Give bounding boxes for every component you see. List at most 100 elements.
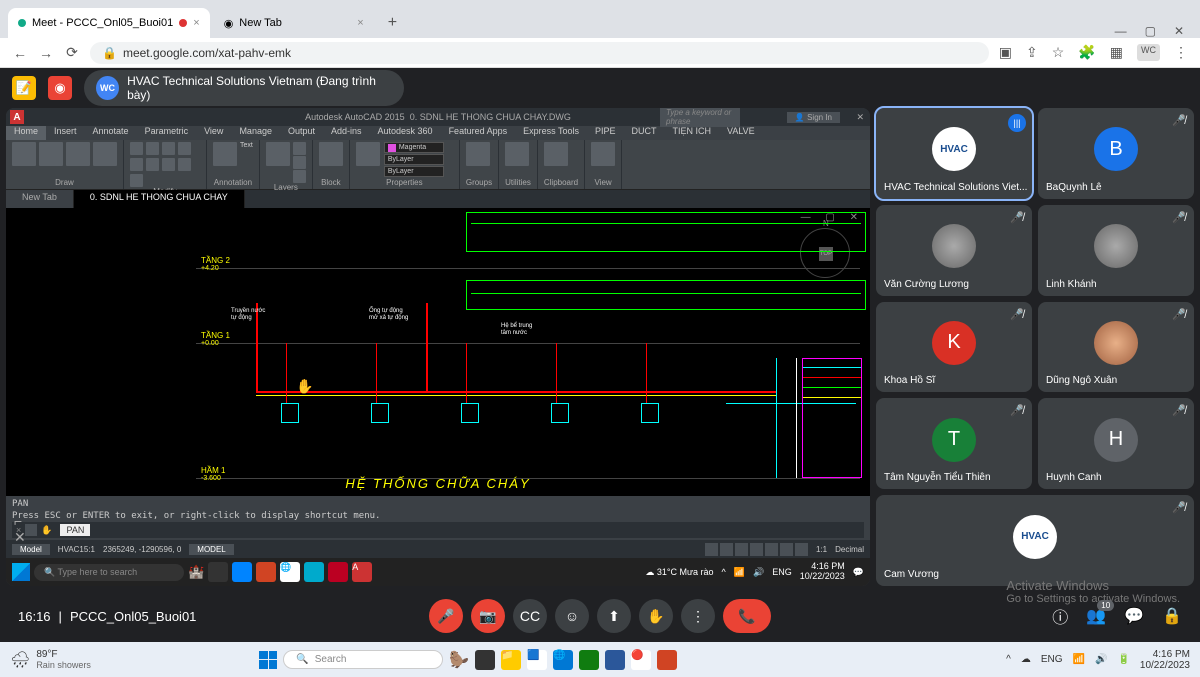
- participant-tile[interactable]: K 🎤̸ Khoa Hồ Sĩ: [876, 302, 1032, 393]
- rotate-tool[interactable]: [178, 142, 191, 155]
- url-input[interactable]: 🔒 meet.google.com/xat-pahv-emk: [90, 42, 989, 64]
- trim-tool[interactable]: [162, 158, 175, 171]
- measure-tool[interactable]: [505, 142, 529, 166]
- keep-icon[interactable]: 📝: [12, 76, 36, 100]
- more-button[interactable]: ⋮: [681, 599, 715, 633]
- profile-icon[interactable]: WC: [1137, 44, 1160, 61]
- participant-tile[interactable]: 🎤̸ Dũng Ngô Xuân: [1038, 302, 1194, 393]
- wifi-icon[interactable]: 📶: [734, 567, 745, 578]
- explorer-icon[interactable]: 📁: [501, 650, 521, 670]
- snap-toggle[interactable]: [705, 543, 718, 556]
- camera-button[interactable]: 📷: [471, 599, 505, 633]
- tab-home[interactable]: Home: [6, 126, 46, 140]
- stretch-tool[interactable]: [162, 142, 175, 155]
- forward-icon[interactable]: →: [38, 45, 54, 61]
- wifi-icon[interactable]: 📶: [1073, 654, 1085, 665]
- raise-hand-button[interactable]: ✋: [639, 599, 673, 633]
- tray-chevron[interactable]: ^: [1006, 654, 1011, 665]
- osnap-toggle[interactable]: [765, 543, 778, 556]
- tab-featured[interactable]: Featured Apps: [441, 126, 516, 140]
- participant-tile[interactable]: 🎤̸ Văn Cường Lương: [876, 205, 1032, 296]
- new-tab-button[interactable]: +: [378, 8, 407, 38]
- signin-button[interactable]: 👤 Sign In: [787, 112, 840, 123]
- tab-pipe[interactable]: PIPE: [587, 126, 624, 140]
- tab-tienich[interactable]: TIỆN ÍCH: [664, 126, 719, 140]
- chrome-icon[interactable]: 🌐: [280, 562, 300, 582]
- tray-chevron[interactable]: ^: [722, 567, 726, 577]
- layer-tool[interactable]: [293, 142, 306, 155]
- tab-duct[interactable]: DUCT: [623, 126, 664, 140]
- line-tool[interactable]: [12, 142, 36, 166]
- close-icon[interactable]: ×: [193, 17, 199, 29]
- copy-tool[interactable]: [146, 142, 159, 155]
- star-icon[interactable]: ☆: [1052, 44, 1065, 61]
- chrome-icon[interactable]: 🔴: [631, 650, 651, 670]
- ortho-toggle[interactable]: [735, 543, 748, 556]
- tab-annotate[interactable]: Annotate: [85, 126, 137, 140]
- volume-icon[interactable]: 🔊: [753, 567, 764, 578]
- tab-manage[interactable]: Manage: [231, 126, 280, 140]
- onedrive-icon[interactable]: ☁: [1021, 654, 1031, 665]
- tab-a360[interactable]: Autodesk 360: [370, 126, 441, 140]
- minimize-icon[interactable]: —: [1115, 24, 1127, 38]
- group-tool[interactable]: [466, 142, 490, 166]
- captions-button[interactable]: CC: [513, 599, 547, 633]
- fillet-tool[interactable]: [178, 158, 191, 171]
- participant-tile[interactable]: HVAC ||| HVAC Technical Solutions Viet..…: [876, 108, 1032, 199]
- arc-tool[interactable]: [93, 142, 117, 166]
- start-button[interactable]: [259, 651, 277, 669]
- lang[interactable]: ENG: [1041, 654, 1063, 665]
- lang[interactable]: ENG: [772, 567, 792, 577]
- linetype-select[interactable]: ByLayer: [384, 154, 444, 165]
- participant-tile[interactable]: H 🎤̸ Huynh Canh: [1038, 398, 1194, 489]
- color-select[interactable]: Magenta: [384, 142, 444, 153]
- present-button[interactable]: ⬆: [597, 599, 631, 633]
- polyline-tool[interactable]: [39, 142, 63, 166]
- battery-icon[interactable]: 🔋: [1117, 654, 1129, 665]
- polar-toggle[interactable]: [750, 543, 763, 556]
- taskview-icon[interactable]: [475, 650, 495, 670]
- app-icon[interactable]: [304, 562, 324, 582]
- doc-tab-active[interactable]: 0. SDNL HE THONG CHUA CHAY: [74, 190, 245, 208]
- otrack-toggle[interactable]: [780, 543, 793, 556]
- tab-output[interactable]: Output: [280, 126, 323, 140]
- chat-button[interactable]: 💬: [1124, 606, 1144, 626]
- model-button[interactable]: MODEL: [189, 544, 233, 555]
- people-button[interactable]: 👥: [1086, 606, 1106, 626]
- autocad-icon[interactable]: A: [352, 562, 372, 582]
- participant-tile[interactable]: B 🎤̸ BaQuynh Lê: [1038, 108, 1194, 199]
- share-icon[interactable]: ⇪: [1026, 44, 1038, 61]
- command-input[interactable]: PAN: [60, 524, 90, 536]
- grid-toggle[interactable]: [720, 543, 733, 556]
- wps-icon[interactable]: [328, 562, 348, 582]
- tab-view[interactable]: View: [196, 126, 231, 140]
- close-icon[interactable]: ✕: [856, 112, 864, 123]
- tab-express[interactable]: Express Tools: [515, 126, 587, 140]
- insert-tool[interactable]: [319, 142, 343, 166]
- participant-tile[interactable]: HVAC 🎤̸ Cam Vương: [876, 495, 1194, 586]
- mic-button[interactable]: 🎤: [429, 599, 463, 633]
- activities-button[interactable]: 🔒: [1162, 606, 1182, 626]
- cmd-icon[interactable]: [25, 524, 37, 536]
- drawing-canvas[interactable]: — ▢ ✕ TOP TẦNG 2+4.20 TẦNG 1+0.00 HẦM 1-…: [6, 208, 870, 496]
- start-button[interactable]: [12, 563, 30, 581]
- notif-icon[interactable]: 💬: [853, 567, 864, 578]
- edge-icon[interactable]: 🌐: [553, 650, 573, 670]
- menu-icon[interactable]: ⋮: [1174, 44, 1188, 61]
- units[interactable]: Decimal: [835, 545, 864, 554]
- taskview-icon[interactable]: [208, 562, 228, 582]
- doc-tab[interactable]: New Tab: [6, 190, 74, 208]
- app-icon[interactable]: 🟦: [527, 650, 547, 670]
- text-tool[interactable]: [213, 142, 237, 166]
- layer-tool[interactable]: [293, 156, 306, 169]
- weather-widget[interactable]: 🌧 89°FRain showers: [10, 649, 91, 670]
- close-icon[interactable]: ✕: [1174, 24, 1184, 38]
- extensions-icon[interactable]: ▦: [1110, 44, 1123, 61]
- zalo-icon[interactable]: [232, 562, 252, 582]
- mirror-tool[interactable]: [130, 158, 143, 171]
- lwt-toggle[interactable]: [795, 543, 808, 556]
- tab-addins[interactable]: Add-ins: [323, 126, 370, 140]
- lineweight-select[interactable]: ByLayer: [384, 166, 444, 177]
- layer-props-tool[interactable]: [266, 142, 290, 166]
- leave-button[interactable]: 📞: [723, 599, 771, 633]
